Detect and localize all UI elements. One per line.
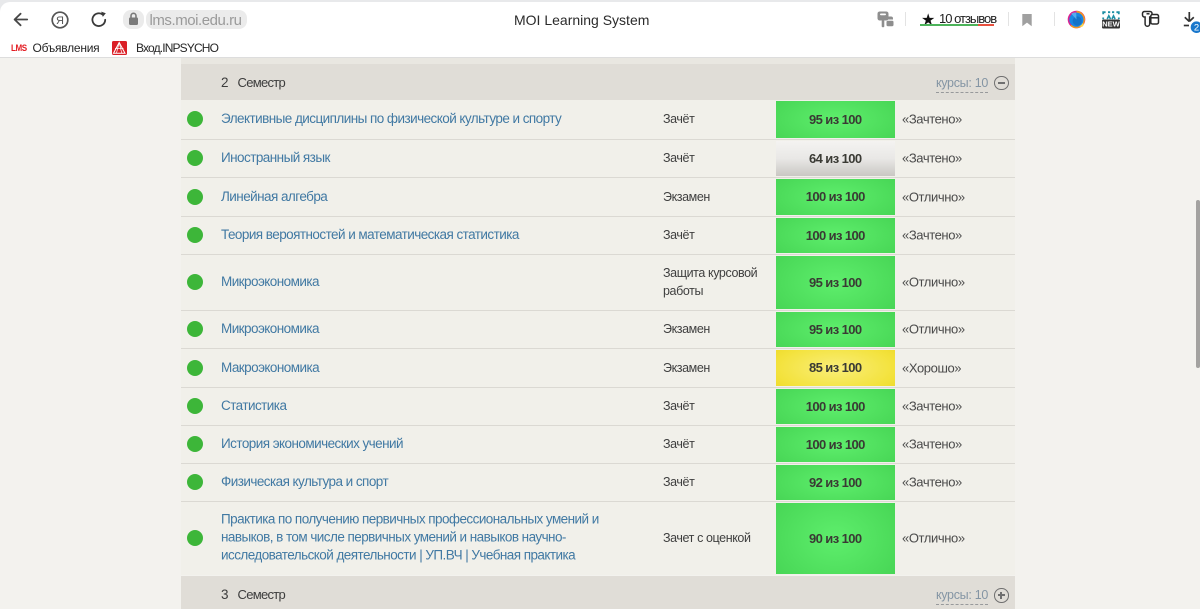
svg-text:2: 2 [1194, 23, 1199, 33]
svg-text:NEW: NEW [1102, 20, 1120, 29]
svg-text:Я: Я [56, 15, 64, 27]
